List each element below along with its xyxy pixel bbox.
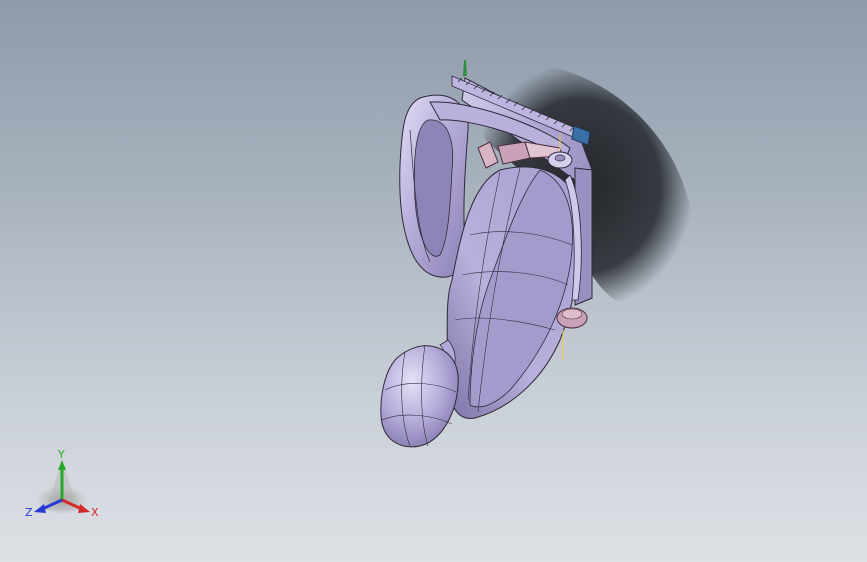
axis-triad: Y X Z — [25, 448, 99, 519]
pink-foot-top — [561, 308, 583, 320]
z-axis-label: Z — [25, 506, 33, 519]
y-axis-arrow — [58, 460, 66, 470]
green-marker — [463, 60, 467, 76]
graphics-viewport[interactable]: Y X Z — [0, 0, 867, 562]
x-axis-label: X — [91, 506, 99, 519]
pivot-hole — [554, 154, 566, 162]
3d-model-view[interactable]: Y X Z — [0, 0, 867, 562]
y-axis-label: Y — [57, 448, 65, 461]
lower-pod — [380, 345, 459, 448]
